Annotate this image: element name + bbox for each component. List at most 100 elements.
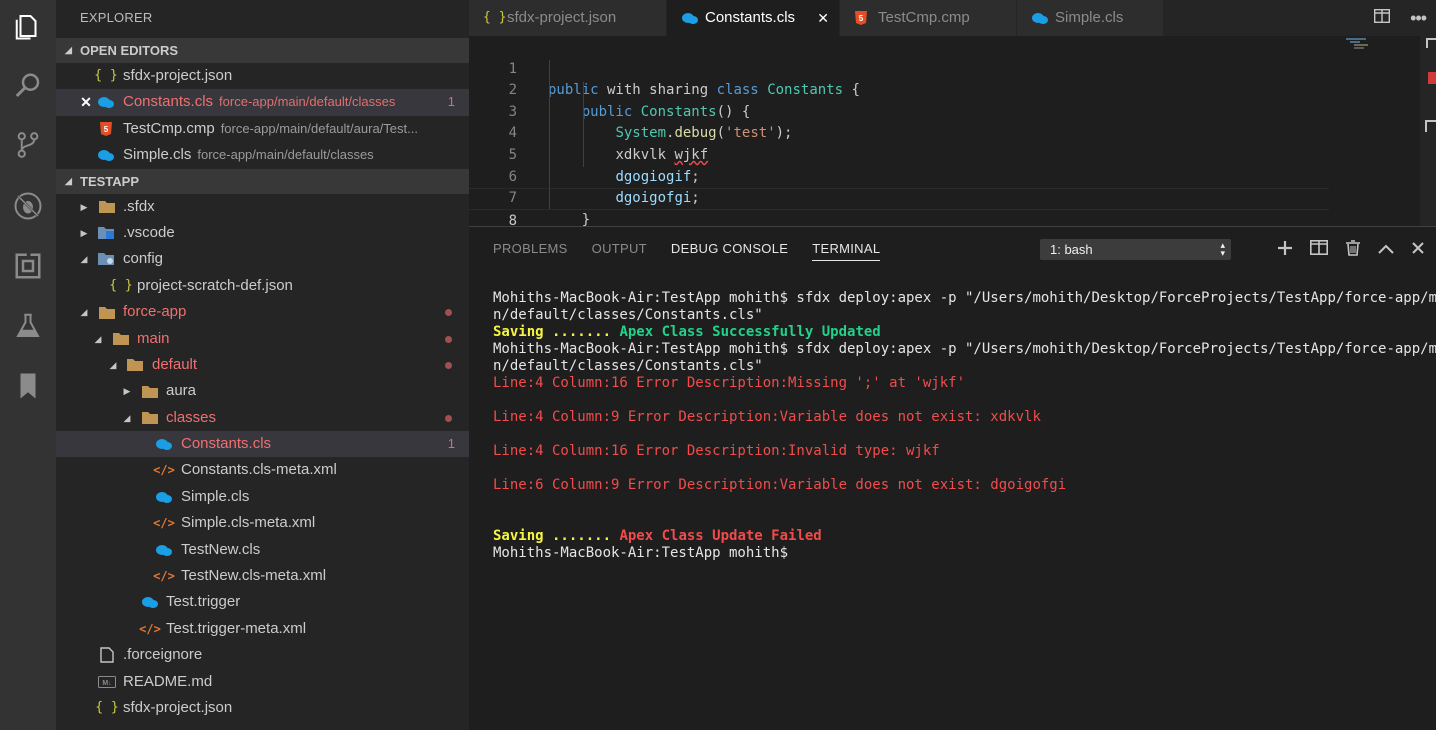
close-panel-icon[interactable] <box>1412 241 1424 259</box>
salesforce-cloud-icon <box>97 94 115 110</box>
explorer-sidebar: EXPLORER ◢ OPEN EDITORS { } sfdx-project… <box>56 0 469 730</box>
code-line: 3 System.debug('test'); <box>508 103 793 142</box>
editor-scrollbar[interactable] <box>1420 36 1436 226</box>
terminal-line: Saving ....... <box>493 528 612 544</box>
salesforce-cloud-icon <box>97 147 115 163</box>
code-editor[interactable]: 1 public with sharing class Constants { … <box>469 36 1436 254</box>
activity-bar <box>0 0 56 730</box>
editor-tabs: { } sfdx-project.json Constants.cls ✕ 5 … <box>469 0 1436 36</box>
tab-output[interactable]: OUTPUT <box>592 239 647 261</box>
split-terminal-icon[interactable] <box>1310 240 1328 260</box>
tree-item-file[interactable]: </> Simple.cls-meta.xml <box>56 510 469 536</box>
xml-file-icon: </> <box>153 463 175 478</box>
tree-item-file[interactable]: Constants.cls 1 <box>56 431 469 458</box>
json-file-icon: { } <box>94 67 118 83</box>
tree-item-file[interactable]: .forceignore <box>56 642 469 668</box>
explorer-icon[interactable] <box>10 8 46 44</box>
modified-dot <box>445 414 452 422</box>
tree-item-file[interactable]: { } sfdx-project.json <box>56 695 469 721</box>
terminal-error-line: Line:4 Column:16 Error Description:Missi… <box>493 375 966 391</box>
new-terminal-icon[interactable] <box>1278 240 1292 260</box>
tree-item-folder[interactable]: ▶ .vscode <box>56 220 469 246</box>
json-file-icon: { } <box>483 10 507 25</box>
code-line: 6 dgoigofgi; <box>508 168 700 207</box>
panel-actions <box>1278 239 1424 261</box>
close-icon[interactable]: ✕ <box>80 89 92 115</box>
terminal-select[interactable]: 1: bash ▴ ▾ <box>1040 239 1231 260</box>
tree-item-file[interactable]: TestNew.cls <box>56 537 469 563</box>
terminal-error-line: Line:4 Column:9 Error Description:Variab… <box>493 409 1041 425</box>
search-icon[interactable] <box>10 68 46 104</box>
source-control-icon[interactable] <box>10 127 46 163</box>
open-editor-item[interactable]: ✕ Constants.cls force-app/main/default/cl… <box>56 89 469 116</box>
more-actions-icon[interactable]: ••• <box>1410 8 1427 29</box>
tree-item-file[interactable]: M↓ README.md <box>56 669 469 695</box>
xml-file-icon: </> <box>153 516 175 531</box>
vscode-folder-icon <box>98 225 116 241</box>
project-header[interactable]: ◢ TESTAPP <box>56 168 469 194</box>
chevron-down-icon: ◢ <box>123 412 131 423</box>
tab-testcmp-cmp[interactable]: 5 TestCmp.cmp <box>840 0 1017 36</box>
terminal-line: Saving ....... <box>493 324 612 340</box>
trash-icon[interactable] <box>1346 239 1360 261</box>
debug-icon[interactable] <box>10 188 46 224</box>
split-editor-icon[interactable] <box>1374 8 1391 28</box>
open-editor-item[interactable]: { } sfdx-project.json <box>56 63 469 89</box>
open-editors-header[interactable]: ◢ OPEN EDITORS <box>56 38 469 63</box>
salesforce-cloud-icon <box>141 594 159 610</box>
open-editor-item[interactable]: Simple.cls force-app/main/default/classes <box>56 142 469 168</box>
tree-item-folder[interactable]: ◢ classes <box>56 405 469 431</box>
tree-item-folder[interactable]: ◢ default <box>56 352 469 378</box>
tab-problems[interactable]: PROBLEMS <box>493 239 568 261</box>
test-flask-icon[interactable] <box>10 308 46 344</box>
tree-item-file[interactable]: </> TestNew.cls-meta.xml <box>56 563 469 589</box>
svg-text:M↓: M↓ <box>102 680 111 687</box>
tree-item-folder[interactable]: ◢ force-app <box>56 299 469 325</box>
chevron-down-icon: ◢ <box>80 307 88 318</box>
folder-icon <box>98 199 116 215</box>
close-icon[interactable]: ✕ <box>817 0 829 36</box>
tab-terminal[interactable]: TERMINAL <box>812 239 881 261</box>
folder-open-icon <box>141 410 159 426</box>
html5-icon: 5 <box>97 121 115 137</box>
tree-item-folder[interactable]: ▶ aura <box>56 378 469 404</box>
chevron-down-icon: ◢ <box>65 175 72 186</box>
tab-debug-console[interactable]: DEBUG CONSOLE <box>671 239 788 261</box>
editor-actions: ••• <box>1374 0 1427 36</box>
code-line: 7 } <box>508 190 591 228</box>
xml-file-icon: </> <box>139 621 161 636</box>
maximize-panel-icon[interactable] <box>1378 241 1394 259</box>
tree-item-folder[interactable]: ◢ config <box>56 246 469 272</box>
tree-item-file[interactable]: </> Constants.cls-meta.xml <box>56 457 469 483</box>
bookmark-icon[interactable] <box>10 368 46 404</box>
chevron-right-icon: ▶ <box>80 227 88 238</box>
tree-item-file[interactable]: </> Test.trigger-meta.xml <box>56 616 469 642</box>
tab-constants-cls[interactable]: Constants.cls ✕ <box>667 0 840 36</box>
sidebar-title: EXPLORER <box>80 10 153 25</box>
tree-item-folder[interactable]: ▶ .sfdx <box>56 194 469 220</box>
extensions-icon[interactable] <box>10 248 46 284</box>
terminal-line: n/default/classes/Constants.cls" <box>493 307 763 323</box>
terminal-prompt: Mohiths-MacBook-Air:TestApp mohith$ <box>493 545 789 561</box>
error-count-badge: 1 <box>447 94 455 110</box>
markdown-icon: M↓ <box>98 674 116 690</box>
tree-item-file[interactable]: Test.trigger <box>56 589 469 615</box>
chevron-down-icon: ◢ <box>80 254 88 265</box>
svg-text:5: 5 <box>859 14 864 23</box>
tree-item-file[interactable]: { } project-scratch-def.json <box>56 273 469 299</box>
folder-open-icon <box>112 331 130 347</box>
chevron-down-icon: ◢ <box>109 359 117 370</box>
select-arrows-icon: ▴ ▾ <box>1220 240 1225 258</box>
terminal-output[interactable]: Mohiths-MacBook-Air:TestApp mohith$ sfdx… <box>493 273 1436 562</box>
tab-simple-cls[interactable]: Simple.cls <box>1017 0 1164 36</box>
open-editor-item[interactable]: 5 TestCmp.cmp force-app/main/default/aura… <box>56 116 469 142</box>
chevron-down-icon: ◢ <box>65 45 72 55</box>
salesforce-cloud-icon <box>155 489 173 505</box>
tree-item-file[interactable]: Simple.cls <box>56 484 469 510</box>
terminal-error-line: Line:6 Column:9 Error Description:Variab… <box>493 477 1067 493</box>
salesforce-cloud-icon <box>155 436 173 452</box>
bottom-panel: PROBLEMS OUTPUT DEBUG CONSOLE TERMINAL 1… <box>469 226 1436 730</box>
minimap[interactable] <box>1346 36 1386 52</box>
tab-sfdx-project-json[interactable]: { } sfdx-project.json <box>469 0 667 36</box>
tree-item-folder[interactable]: ◢ main <box>56 326 469 352</box>
